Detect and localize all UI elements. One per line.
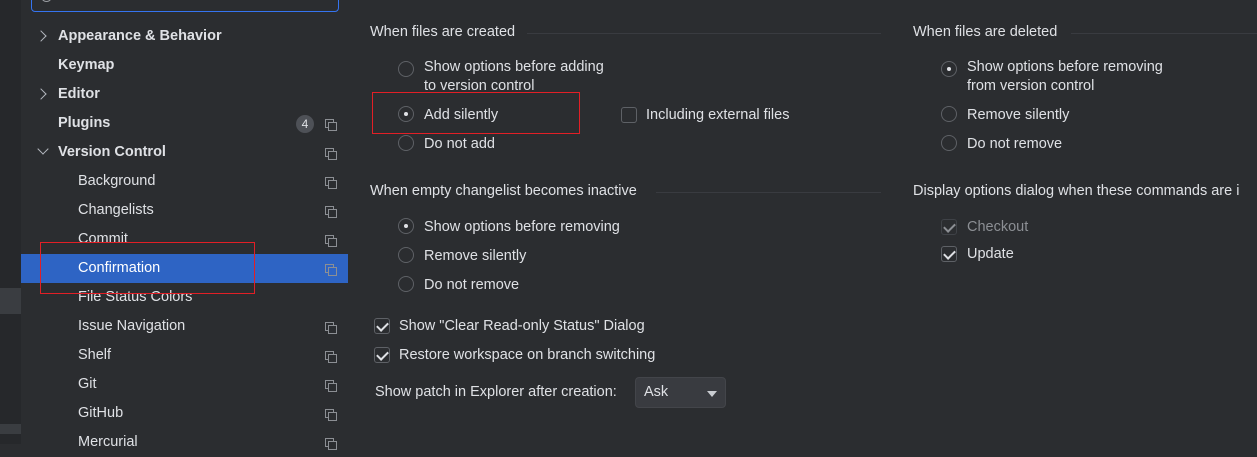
deleted-do-not-remove-radio[interactable] <box>941 135 957 151</box>
chevron-right-icon[interactable] <box>35 30 47 42</box>
changelist-remove-silently-label[interactable]: Remove silently <box>424 247 526 266</box>
sidebar-item-shelf[interactable]: Shelf <box>21 341 348 370</box>
sidebar-item-plugins[interactable]: Plugins 4 <box>21 109 348 138</box>
changelist-show-options-label[interactable]: Show options before removing <box>424 218 620 237</box>
project-level-icon <box>325 148 337 160</box>
sidebar-item-label: Shelf <box>78 347 112 363</box>
chevron-down-icon[interactable] <box>37 143 49 155</box>
project-level-icon <box>325 409 337 421</box>
patch-explorer-select[interactable]: Ask <box>635 377 726 408</box>
sidebar-item-label: Keymap <box>58 57 115 73</box>
deleted-show-options-label[interactable]: Show options before removing <box>967 58 1163 77</box>
project-level-icon <box>325 264 337 276</box>
update-label[interactable]: Update <box>967 245 1014 264</box>
project-level-icon <box>325 119 337 131</box>
created-separator <box>527 33 881 34</box>
changelist-show-options-radio[interactable] <box>398 218 414 234</box>
restore-workspace-label[interactable]: Restore workspace on branch switching <box>399 346 655 365</box>
created-do-not-add-radio[interactable] <box>398 135 414 151</box>
sidebar-item-label: Git <box>78 376 97 392</box>
including-external-files-label[interactable]: Including external files <box>646 106 789 125</box>
project-level-icon <box>325 380 337 392</box>
sidebar-item-appearance-behavior[interactable]: Appearance & Behavior <box>21 22 348 51</box>
sidebar-item-label: Editor <box>58 86 100 102</box>
sidebar-item-label: Appearance & Behavior <box>58 28 222 44</box>
sidebar-item-issue-navigation[interactable]: Issue Navigation <box>21 312 348 341</box>
left-edge-marker <box>0 288 21 314</box>
update-checkbox[interactable] <box>941 246 957 262</box>
sidebar-item-label: Version Control <box>58 144 166 160</box>
deleted-do-not-remove-label[interactable]: Do not remove <box>967 135 1062 154</box>
created-show-options-radio[interactable] <box>398 61 414 77</box>
deleted-remove-silently-radio[interactable] <box>941 106 957 122</box>
sidebar-item-git[interactable]: Git <box>21 370 348 399</box>
deleted-remove-silently-label[interactable]: Remove silently <box>967 106 1069 125</box>
sidebar-item-label: Mercurial <box>78 434 138 450</box>
deleted-show-options-radio[interactable] <box>941 61 957 77</box>
settings-sidebar: Appearance & Behavior Keymap Editor Plug… <box>21 0 348 450</box>
sidebar-item-mercurial[interactable]: Mercurial <box>21 428 348 457</box>
sidebar-item-label: Changelists <box>78 202 154 218</box>
patch-explorer-label: Show patch in Explorer after creation: <box>375 384 617 400</box>
deleted-separator <box>1071 33 1257 34</box>
changelist-do-not-remove-label[interactable]: Do not remove <box>424 276 519 295</box>
changelist-do-not-remove-radio[interactable] <box>398 276 414 292</box>
sidebar-item-editor[interactable]: Editor <box>21 80 348 109</box>
confirmation-settings-panel: When files are created Show options befo… <box>349 0 1257 444</box>
plugins-count-badge: 4 <box>296 115 314 133</box>
sidebar-item-background[interactable]: Background <box>21 167 348 196</box>
sidebar-item-label: GitHub <box>78 405 124 421</box>
clear-readonly-label[interactable]: Show "Clear Read-only Status" Dialog <box>399 317 645 336</box>
created-section-title: When files are created <box>370 24 516 40</box>
settings-search-input[interactable] <box>31 0 339 12</box>
sidebar-item-github[interactable]: GitHub <box>21 399 348 428</box>
chevron-right-icon[interactable] <box>35 88 47 100</box>
patch-explorer-value: Ask <box>644 384 669 400</box>
project-level-icon <box>325 322 337 334</box>
deleted-section-title: When files are deleted <box>913 24 1058 40</box>
sidebar-item-version-control[interactable]: Version Control <box>21 138 348 167</box>
annotation-box-confirmation <box>40 242 255 294</box>
changelist-remove-silently-radio[interactable] <box>398 247 414 263</box>
project-level-icon <box>325 177 337 189</box>
project-level-icon <box>325 351 337 363</box>
including-external-files-checkbox[interactable] <box>621 107 637 123</box>
project-level-icon <box>325 438 337 450</box>
sidebar-item-keymap[interactable]: Keymap <box>21 51 348 80</box>
created-show-options-label[interactable]: Show options before adding <box>424 58 604 77</box>
sidebar-item-label: Issue Navigation <box>78 318 186 334</box>
changelist-separator <box>656 192 881 193</box>
restore-workspace-checkbox[interactable] <box>374 347 390 363</box>
annotation-box-add-silently <box>372 92 580 134</box>
changelist-section-title: When empty changelist becomes inactive <box>370 183 637 199</box>
left-edge-marker-bottom <box>0 424 21 434</box>
chevron-down-icon[interactable] <box>707 391 717 397</box>
checkout-checkbox[interactable] <box>941 219 957 235</box>
sidebar-item-label: Plugins <box>58 115 111 131</box>
clear-readonly-checkbox[interactable] <box>374 318 390 334</box>
left-edge-strip <box>0 0 21 444</box>
project-level-icon <box>325 206 337 218</box>
deleted-show-options-label-line2[interactable]: from version control <box>967 77 1094 96</box>
display-section-title: Display options dialog when these comman… <box>913 183 1240 199</box>
sidebar-item-changelists[interactable]: Changelists <box>21 196 348 225</box>
project-level-icon <box>325 235 337 247</box>
created-do-not-add-label[interactable]: Do not add <box>424 135 495 154</box>
search-icon <box>41 0 52 2</box>
sidebar-item-label: Background <box>78 173 156 189</box>
checkout-label[interactable]: Checkout <box>967 218 1028 237</box>
